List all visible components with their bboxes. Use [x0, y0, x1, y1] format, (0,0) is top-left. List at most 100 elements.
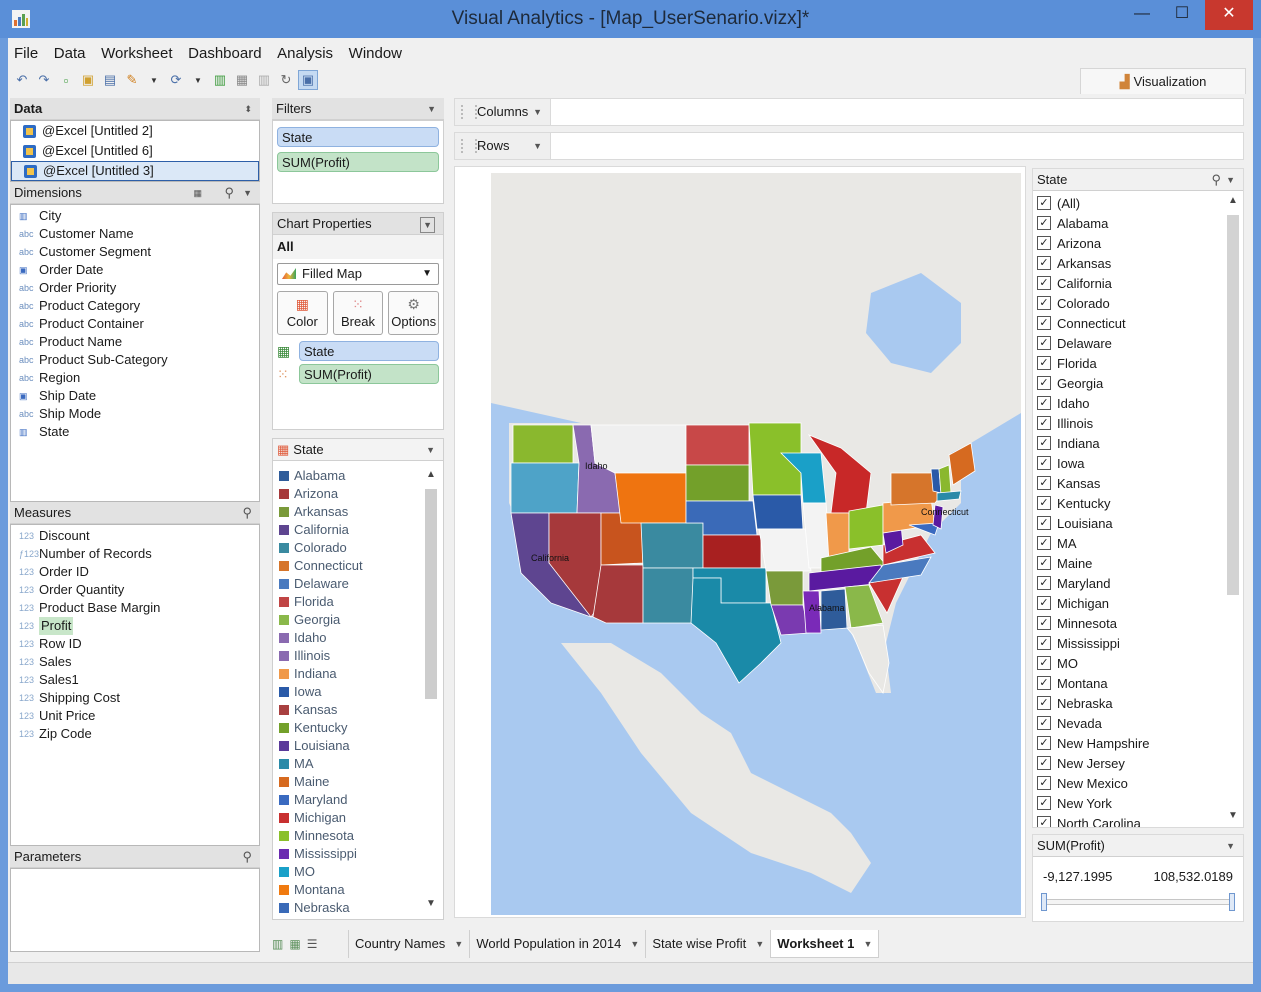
measure-field-item[interactable]: 123 Order ID [11, 563, 259, 581]
chevron-down-icon[interactable]: ▼ [243, 182, 252, 204]
filter-pill-profit[interactable]: SUM(Profit) [277, 152, 439, 172]
state-filter-item[interactable]: ✓ Maine [1033, 553, 1243, 573]
data-source-item-selected[interactable]: @Excel [Untitled 3] [11, 161, 259, 181]
chevron-down-icon[interactable]: ▼ [420, 217, 435, 233]
sheet-tab-active[interactable]: Worksheet 1 ▼ [770, 930, 880, 958]
checkbox-checked-icon[interactable]: ✓ [1037, 396, 1051, 410]
range-slider[interactable] [1041, 893, 1235, 911]
checkbox-checked-icon[interactable]: ✓ [1037, 776, 1051, 790]
checkbox-checked-icon[interactable]: ✓ [1037, 656, 1051, 670]
chevron-down-icon[interactable]: ▼ [454, 930, 463, 958]
legend-item[interactable]: Georgia [273, 611, 443, 629]
checkbox-checked-icon[interactable]: ✓ [1037, 276, 1051, 290]
dropdown-icon[interactable]: ▼ [188, 70, 208, 90]
state-filter-item[interactable]: ✓ (All) [1033, 193, 1243, 213]
state-filter-item[interactable]: ✓ Maryland [1033, 573, 1243, 593]
state-filter-item[interactable]: ✓ New York [1033, 793, 1243, 813]
dimension-field-item[interactable]: ▥ State [11, 423, 259, 441]
checkbox-checked-icon[interactable]: ✓ [1037, 716, 1051, 730]
checkbox-checked-icon[interactable]: ✓ [1037, 556, 1051, 570]
state-filter-item[interactable]: ✓ Georgia [1033, 373, 1243, 393]
chevron-up-icon[interactable]: ▲ [1225, 195, 1241, 206]
chevron-down-icon[interactable]: ▼ [630, 930, 639, 958]
checkbox-checked-icon[interactable]: ✓ [1037, 596, 1051, 610]
checkbox-checked-icon[interactable]: ✓ [1037, 516, 1051, 530]
legend-item[interactable]: Delaware [273, 575, 443, 593]
measure-field-item[interactable]: 123 Shipping Cost [11, 689, 259, 707]
chart-disabled-icon[interactable]: ▥ [254, 70, 274, 90]
legend-item[interactable]: Colorado [273, 539, 443, 557]
search-icon[interactable]: ⚲ [242, 502, 252, 524]
state-filter-item[interactable]: ✓ Kentucky [1033, 493, 1243, 513]
checkbox-checked-icon[interactable]: ✓ [1037, 296, 1051, 310]
options-button[interactable]: ⚙ Options [388, 291, 440, 335]
dimension-field-item[interactable]: abc Region [11, 369, 259, 387]
legend-item[interactable]: MA [273, 755, 443, 773]
columns-shelf[interactable]: Columns ▼ [454, 98, 1244, 126]
chevron-down-icon[interactable]: ▼ [533, 99, 542, 125]
rows-shelf[interactable]: Rows ▼ [454, 132, 1244, 160]
dimension-field-item[interactable]: abc Product Name [11, 333, 259, 351]
legend-item[interactable]: Florida [273, 593, 443, 611]
state-filter-item[interactable]: ✓ Colorado [1033, 293, 1243, 313]
state-filter-item[interactable]: ✓ Arkansas [1033, 253, 1243, 273]
search-icon[interactable]: ⚲ [242, 846, 252, 868]
dimension-field-item[interactable]: abc Product Container [11, 315, 259, 333]
dimension-field-item[interactable]: ▣ Ship Date [11, 387, 259, 405]
dimension-field-item[interactable]: abc Ship Mode [11, 405, 259, 423]
checkbox-checked-icon[interactable]: ✓ [1037, 756, 1051, 770]
checkbox-checked-icon[interactable]: ✓ [1037, 256, 1051, 270]
state-filter-item[interactable]: ✓ Nebraska [1033, 693, 1243, 713]
chevron-down-icon[interactable]: ▼ [427, 98, 436, 120]
new-icon[interactable]: ▫ [56, 70, 76, 90]
state-filter-item[interactable]: ✓ Michigan [1033, 593, 1243, 613]
state-iowa[interactable] [752, 494, 804, 530]
checkbox-checked-icon[interactable]: ✓ [1037, 576, 1051, 590]
checkbox-checked-icon[interactable]: ✓ [1037, 316, 1051, 330]
chevron-down-icon[interactable]: ▼ [1225, 810, 1241, 821]
legend-scrollbar[interactable]: ▲ ▼ [423, 467, 439, 915]
minimize-button[interactable]: — [1122, 0, 1162, 30]
legend-item[interactable]: Illinois [273, 647, 443, 665]
state-filter-item[interactable]: ✓ Minnesota [1033, 613, 1243, 633]
filled-map[interactable]: Idaho California Alabama Connecticut [491, 173, 1021, 915]
break-button[interactable]: ⁙ Break [332, 291, 384, 335]
checkbox-checked-icon[interactable]: ✓ [1037, 336, 1051, 350]
measure-field-item[interactable]: 123 Unit Price [11, 707, 259, 725]
state-filter-item[interactable]: ✓ Connecticut [1033, 313, 1243, 333]
legend-item[interactable]: Iowa [273, 683, 443, 701]
legend-item[interactable]: Minnesota [273, 827, 443, 845]
dimension-field-item[interactable]: abc Customer Segment [11, 243, 259, 261]
checkbox-checked-icon[interactable]: ✓ [1037, 236, 1051, 250]
checkbox-checked-icon[interactable]: ✓ [1037, 636, 1051, 650]
measure-field-item[interactable]: 123 Sales1 [11, 671, 259, 689]
chevron-down-icon[interactable]: ▼ [1226, 169, 1235, 191]
checkbox-checked-icon[interactable]: ✓ [1037, 616, 1051, 630]
data-source-item[interactable]: @Excel [Untitled 6] [11, 141, 259, 161]
state-new-hampshire[interactable] [938, 464, 952, 496]
legend-item[interactable]: Maine [273, 773, 443, 791]
chart-type-select[interactable]: Filled Map ▼ [277, 263, 439, 285]
menu-data[interactable]: Data [48, 42, 92, 66]
state-filter-item[interactable]: ✓ Nevada [1033, 713, 1243, 733]
new-worksheet-icon[interactable]: ▥ [272, 937, 283, 951]
table-icon[interactable]: ▦ [193, 182, 202, 204]
state-missouri[interactable] [758, 528, 812, 572]
legend-item[interactable]: Louisiana [273, 737, 443, 755]
legend-item[interactable]: Connecticut [273, 557, 443, 575]
state-filter-item[interactable]: ✓ Illinois [1033, 413, 1243, 433]
color-button[interactable]: ▦ Color [277, 291, 328, 335]
sheet-tab[interactable]: World Population in 2014 ▼ [469, 930, 645, 958]
search-icon[interactable]: ⚲ [1211, 169, 1221, 191]
dimension-field-item[interactable]: abc Order Priority [11, 279, 259, 297]
maximize-button[interactable]: ☐ [1162, 0, 1202, 30]
state-arizona[interactable] [592, 564, 644, 624]
legend-item[interactable]: Indiana [273, 665, 443, 683]
chevron-down-icon[interactable]: ▼ [863, 930, 872, 958]
menu-analysis[interactable]: Analysis [271, 42, 339, 66]
measure-field-item[interactable]: 123 Zip Code [11, 725, 259, 743]
state-filter-item[interactable]: ✓ Indiana [1033, 433, 1243, 453]
state-oregon[interactable] [510, 462, 580, 514]
state-filter-item[interactable]: ✓ New Jersey [1033, 753, 1243, 773]
visualization-tab[interactable]: ▟ Visualization [1080, 68, 1246, 94]
